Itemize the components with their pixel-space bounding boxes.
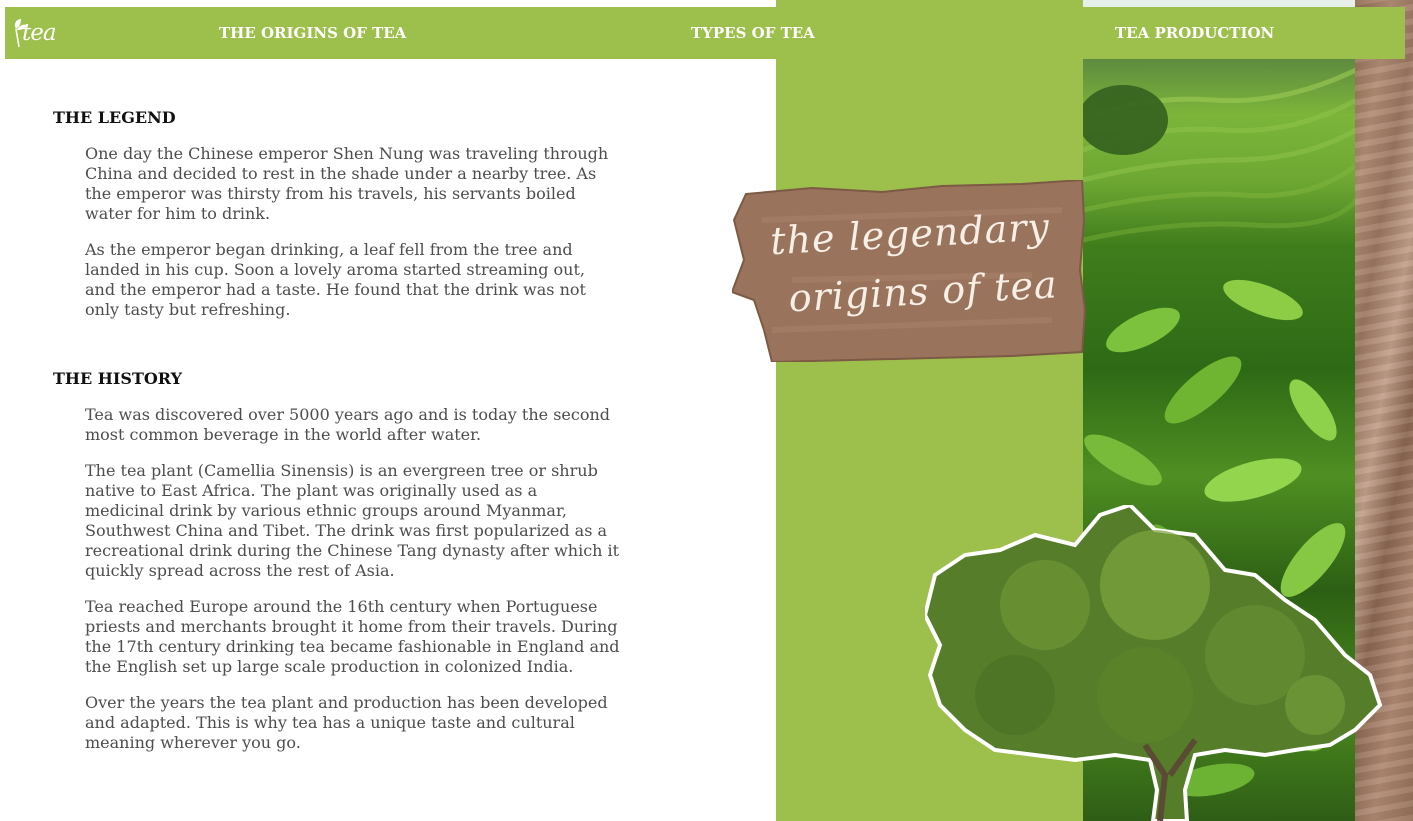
hero-label-line-2: origins of tea: [787, 262, 1059, 321]
main-navigation: tea THE ORIGINS OF TEA TYPES OF TEA TEA …: [5, 7, 1405, 59]
nav-link-origins-of-tea[interactable]: THE ORIGINS OF TEA: [219, 24, 406, 42]
nav-link-types-of-tea[interactable]: TYPES OF TEA: [691, 24, 815, 42]
legend-paragraph: One day the Chinese emperor Shen Nung wa…: [85, 144, 609, 223]
legend-section: One day the Chinese emperor Shen Nung wa…: [53, 144, 620, 336]
page: the legendary origins of tea tea THE ORI…: [0, 0, 1413, 821]
history-paragraph: The tea plant (Camellia Sinensis) is an …: [85, 461, 620, 580]
tea-logo[interactable]: tea: [11, 17, 57, 51]
hero-label-line-1: the legendary: [769, 204, 1051, 264]
history-paragraph: Tea was discovered over 5000 years ago a…: [85, 405, 611, 444]
history-section: Tea was discovered over 5000 years ago a…: [53, 405, 620, 769]
legend-paragraph: As the emperor began drinking, a leaf fe…: [85, 240, 586, 319]
torn-paper-label: the legendary origins of tea: [732, 180, 1087, 362]
legend-heading: THE LEGEND: [53, 108, 176, 127]
history-paragraph: Tea reached Europe around the 16th centu…: [85, 597, 620, 676]
logo-text: tea: [22, 20, 57, 46]
nav-link-tea-production[interactable]: TEA PRODUCTION: [1115, 24, 1274, 42]
tea-tree-cutout: [922, 502, 1387, 821]
history-heading: THE HISTORY: [53, 369, 183, 388]
history-paragraph: Over the years the tea plant and product…: [85, 693, 608, 752]
